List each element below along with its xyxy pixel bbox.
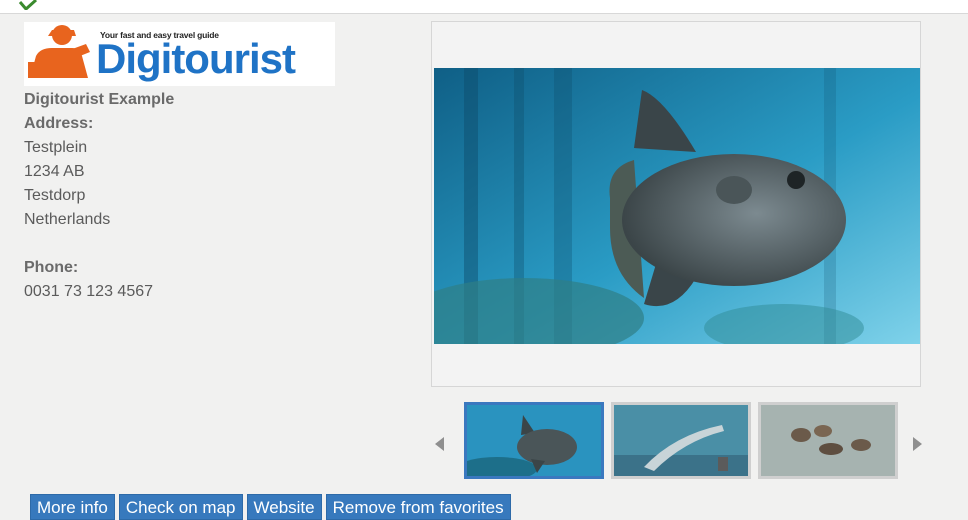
top-bar xyxy=(0,0,968,14)
main-photo-frame xyxy=(431,21,921,387)
address-city: Testdorp xyxy=(24,187,86,204)
gallery-thumbnail-3[interactable] xyxy=(758,402,898,479)
gallery-thumbnail-2[interactable] xyxy=(611,402,751,479)
website-button[interactable]: Website xyxy=(246,494,322,520)
action-buttons: More info Check on map Website Remove fr… xyxy=(30,494,511,520)
logo-brand: Digitourist xyxy=(96,35,296,82)
location-name: Digitourist Example xyxy=(24,91,175,108)
phone-label: Phone: xyxy=(24,259,79,276)
phone-number: 0031 73 123 4567 xyxy=(24,283,154,300)
gallery-prev-arrow[interactable] xyxy=(435,437,444,451)
address-postcode: 1234 AB xyxy=(24,163,85,180)
gallery-thumbnail-1[interactable] xyxy=(464,402,604,479)
digitourist-logo: Your fast and easy travel guide Digitour… xyxy=(24,22,335,86)
thumbnail-sunfish xyxy=(467,405,601,476)
address-street: Testplein xyxy=(24,139,88,156)
tourist-figure-icon xyxy=(28,25,90,78)
address-country: Netherlands xyxy=(24,211,111,228)
thumbnail-otters xyxy=(761,405,895,476)
checkmark-icon xyxy=(18,0,38,10)
gallery-next-arrow[interactable] xyxy=(913,437,922,451)
remove-from-favorites-button[interactable]: Remove from favorites xyxy=(325,494,511,520)
check-on-map-button[interactable]: Check on map xyxy=(118,494,243,520)
more-info-button[interactable]: More info xyxy=(30,494,115,520)
address-label: Address: xyxy=(24,115,94,132)
location-info: Digitourist Example Address: Testplein 1… xyxy=(24,88,174,304)
main-photo-sunfish xyxy=(434,68,920,344)
thumbnail-shark xyxy=(614,405,748,476)
